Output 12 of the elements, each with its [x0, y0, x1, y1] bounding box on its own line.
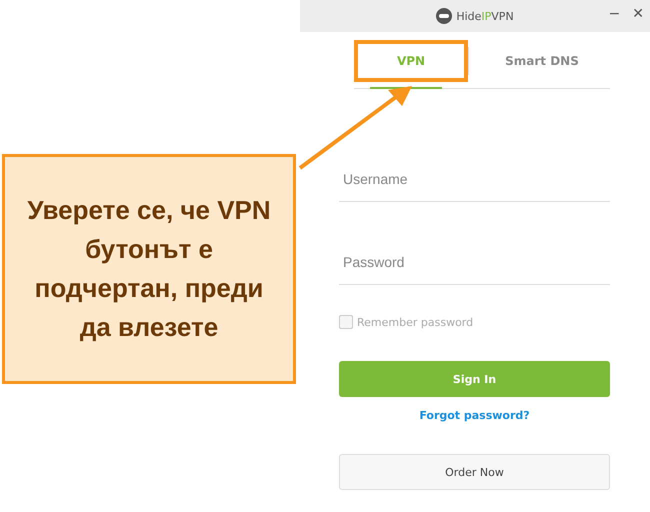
logo-text: HideIPVPN	[456, 10, 514, 22]
logo-icon	[436, 8, 452, 24]
checkbox-label: Remember password	[357, 316, 474, 328]
checkbox[interactable]	[339, 315, 353, 329]
tab[interactable]: VPN	[354, 40, 468, 82]
close-button[interactable]: ✕	[632, 6, 644, 22]
minimize-button[interactable]: −	[608, 6, 620, 22]
forgot-password-link[interactable]: Forgot password?	[419, 409, 530, 422]
order-button[interactable]: Order Now	[339, 454, 610, 490]
callout-text: Уверете се, че VPN бутонът е подчертан, преди да влезете	[2, 154, 296, 384]
sign-in-button[interactable]: Sign In	[339, 361, 610, 397]
tab[interactable]: Smart DNS	[474, 40, 610, 82]
